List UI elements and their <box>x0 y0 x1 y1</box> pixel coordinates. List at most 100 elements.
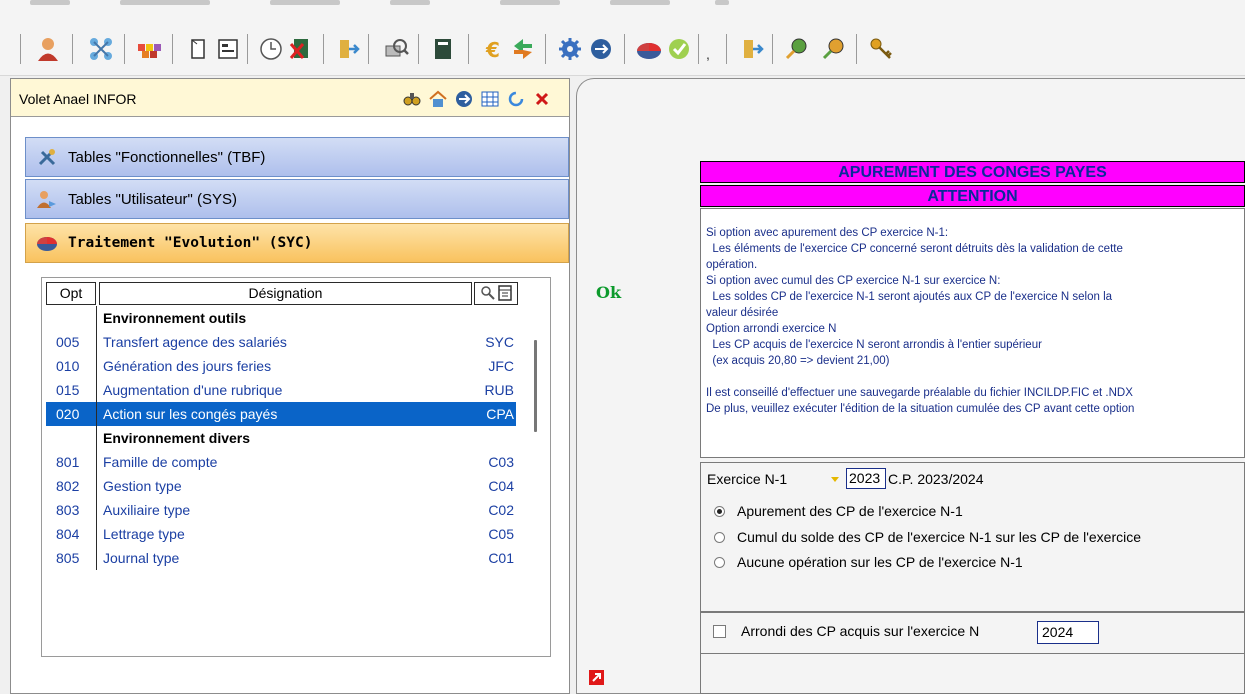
gear-icon[interactable] <box>555 34 585 64</box>
table-row[interactable]: 803 Auxiliaire type C02 <box>46 498 516 522</box>
form-title: APUREMENT DES CONGES PAYES <box>700 161 1245 183</box>
document-icon[interactable] <box>184 34 214 64</box>
search-icon[interactable] <box>479 285 497 303</box>
expand-icon[interactable] <box>589 670 604 685</box>
menu-item-ghost[interactable] <box>30 0 70 5</box>
cell-designation: Auxiliaire type <box>96 498 473 522</box>
table-row[interactable]: 801 Famille de compte C03 <box>46 450 516 474</box>
cell-code <box>476 426 516 450</box>
cell-code: C03 <box>488 454 514 470</box>
table-row[interactable]: 804 Lettrage type C05 <box>46 522 516 546</box>
exercice-cp-label: C.P. 2023/2024 <box>888 471 984 487</box>
section-label: Tables "Utilisateur" (SYS) <box>68 190 238 208</box>
menu-item-ghost[interactable] <box>500 0 560 5</box>
menu-item-ghost[interactable] <box>270 0 340 5</box>
options-box: Exercice N-1 2023 C.P. 2023/2024 Apureme… <box>700 462 1245 612</box>
table-row[interactable]: 005 Transfert agence des salariés SYC <box>46 330 516 354</box>
export-icon-2[interactable] <box>737 34 767 64</box>
info-box: Si option avec apurement des CP exercice… <box>700 208 1245 458</box>
export-icon[interactable] <box>333 34 363 64</box>
globe-icon[interactable] <box>453 88 475 110</box>
section-traitement-evolution[interactable]: Traitement "Evolution" (SYC) <box>25 223 569 263</box>
cell-opt <box>46 426 96 450</box>
cell-designation: Gestion type <box>96 474 473 498</box>
puzzle-icon[interactable] <box>134 34 164 64</box>
euro-icon[interactable]: € <box>479 34 509 64</box>
menu-item-ghost[interactable] <box>120 0 210 5</box>
cell-designation: Génération des jours feries <box>96 354 473 378</box>
table-body: Environnement outils 005 Transfert agence … <box>46 306 516 570</box>
menu-item-ghost[interactable] <box>715 0 729 5</box>
info-line: valeur désirée <box>706 307 779 319</box>
menu-item-ghost[interactable] <box>390 0 430 5</box>
radio-aucune[interactable]: Aucune opération sur les CP de l'exercic… <box>714 554 1023 570</box>
radio-cumul[interactable]: Cumul du solde des CP de l'exercice N-1 … <box>714 529 1141 545</box>
cell-designation: Environnement divers <box>96 426 473 450</box>
radio-label: Apurement des CP de l'exercice N-1 <box>737 503 963 519</box>
key-magnify-icon-2[interactable] <box>819 34 849 64</box>
column-header-designation[interactable]: Désignation <box>99 282 472 305</box>
cell-code: CPA <box>486 406 514 422</box>
radio-label: Aucune opération sur les CP de l'exercic… <box>737 554 1023 570</box>
info-line: Il est conseillé d'effectuer une sauvega… <box>706 387 1133 399</box>
tools-icon <box>36 146 58 168</box>
left-panel: Volet Anael INFOR Tables "Fonctionnelles… <box>10 78 570 694</box>
section-label: Traitement "Evolution" (SYC) <box>68 235 313 251</box>
menu-item-ghost[interactable] <box>610 0 670 5</box>
info-line: opération. <box>706 259 758 271</box>
cell-opt: 005 <box>56 334 80 350</box>
arrows-icon[interactable] <box>508 34 538 64</box>
clock-icon[interactable] <box>256 34 286 64</box>
info-line: Les CP acquis de l'exercice N seront arr… <box>706 339 1042 351</box>
section-tables-utilisateur[interactable]: Tables "Utilisateur" (SYS) <box>25 179 569 219</box>
refresh-icon[interactable] <box>505 88 527 110</box>
pie-chart-icon <box>36 232 58 254</box>
user-icon[interactable] <box>33 34 63 64</box>
check-icon[interactable] <box>664 34 694 64</box>
info-text: Si option avec apurement des CP exercice… <box>706 225 1134 417</box>
book-icon[interactable] <box>428 34 458 64</box>
arrondi-label: Arrondi des CP acquis sur l'exercice N <box>741 623 980 639</box>
home-icon[interactable] <box>427 88 449 110</box>
delete-file-icon[interactable] <box>285 34 315 64</box>
table-row[interactable]: 010 Génération des jours feries JFC <box>46 354 516 378</box>
key-magnify-icon[interactable] <box>782 34 812 64</box>
cell-opt: 804 <box>56 526 80 542</box>
arrondi-checkbox[interactable] <box>713 625 726 638</box>
close-icon[interactable] <box>531 88 553 110</box>
info-line: De plus, veuillez exécuter l'édition de … <box>706 403 1135 415</box>
radio-button[interactable] <box>714 505 725 517</box>
globe-icon[interactable] <box>586 34 616 64</box>
print-preview-icon[interactable] <box>381 34 411 64</box>
table-row[interactable]: 015 Augmentation d'une rubrique RUB <box>46 378 516 402</box>
network-icon[interactable] <box>86 34 116 64</box>
group-row[interactable]: Environnement divers <box>46 426 516 450</box>
section-tables-fonctionnelles[interactable]: Tables "Fonctionnelles" (TBF) <box>25 137 569 177</box>
ok-button[interactable]: Ok <box>596 283 621 302</box>
key-icon[interactable] <box>866 34 896 64</box>
table-row[interactable]: 805 Journal type C01 <box>46 546 516 570</box>
table-row[interactable]: 020 Action sur les congés payés CPA <box>46 402 516 426</box>
dropdown-arrow-icon[interactable] <box>831 477 839 482</box>
pie-chart-icon[interactable] <box>634 34 664 64</box>
cell-code <box>476 306 516 330</box>
cell-opt: 801 <box>56 454 80 470</box>
cell-opt: 010 <box>56 358 80 374</box>
grid-icon[interactable] <box>479 88 501 110</box>
form-icon[interactable] <box>213 34 243 64</box>
table-row[interactable]: 802 Gestion type C04 <box>46 474 516 498</box>
exercice-input[interactable]: 2023 <box>846 468 886 489</box>
column-header-opt[interactable]: Opt <box>46 282 96 305</box>
group-row[interactable]: Environnement outils <box>46 306 516 330</box>
panel-title: Volet Anael INFOR <box>19 91 137 107</box>
radio-apurement[interactable]: Apurement des CP de l'exercice N-1 <box>714 503 963 519</box>
cell-opt <box>46 306 96 330</box>
columns-icon[interactable] <box>497 285 513 303</box>
radio-button[interactable] <box>714 556 725 568</box>
menu-bar <box>0 0 1245 20</box>
arrondi-input[interactable]: 2024 <box>1037 621 1099 644</box>
main-toolbar: € , <box>0 20 1245 76</box>
vertical-scrollbar[interactable] <box>534 340 537 432</box>
radio-button[interactable] <box>714 531 725 543</box>
binoculars-icon[interactable] <box>401 88 423 110</box>
